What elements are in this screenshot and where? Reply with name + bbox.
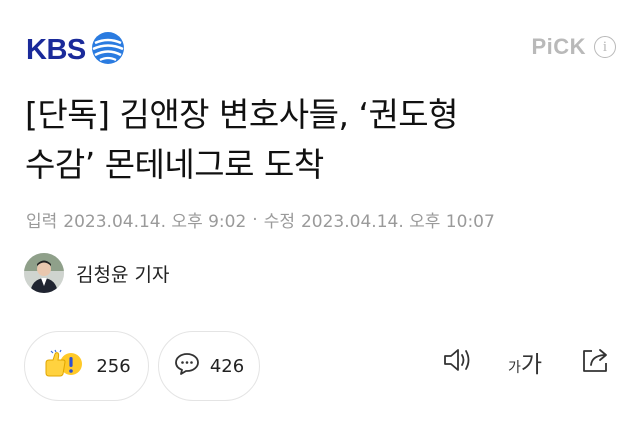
kbs-logo[interactable]: KBS — [26, 30, 126, 70]
article-title-line-2: 수감’ 몬테네그로 도착 — [25, 145, 324, 184]
font-size-small: 가 — [507, 359, 521, 375]
pick-label: PiCK — [531, 34, 586, 59]
header: KBS PiCK i — [0, 0, 640, 80]
share-icon — [580, 345, 612, 379]
info-icon[interactable]: i — [594, 36, 616, 58]
comment-bubble-icon — [174, 352, 200, 380]
reaction-count: 256 — [96, 355, 131, 377]
modified-label: 수정 — [263, 212, 295, 232]
date-separator: · — [252, 209, 258, 230]
comment-count: 426 — [209, 355, 245, 377]
pick-badge[interactable]: PiCK i — [531, 34, 616, 60]
article-title: [단독] 김앤장 변호사들, ‘권도형 수감’ 몬테네그로 도착 — [25, 90, 615, 190]
reporter-name[interactable]: 김청윤 기자 — [76, 260, 169, 287]
font-size-icon: 가가 — [508, 345, 542, 379]
article-title-line-1: [단독] 김앤장 변호사들, ‘권도형 — [25, 95, 459, 134]
reporter-byline[interactable]: 김청윤 기자 — [24, 253, 169, 293]
share-button[interactable] — [578, 345, 614, 379]
font-size-button[interactable]: 가가 — [504, 345, 546, 379]
reporter-avatar[interactable] — [24, 253, 64, 293]
published-date: 2023.04.14. 오후 9:02 — [63, 212, 247, 232]
reaction-button[interactable]: 256 — [24, 331, 149, 401]
published-label: 입력 — [26, 212, 58, 232]
reaction-emoji-icon — [42, 349, 86, 383]
comment-button[interactable]: 426 — [158, 331, 260, 401]
article-dates: 입력 2023.04.14. 오후 9:02 · 수정 2023.04.14. … — [26, 207, 495, 233]
listen-button[interactable] — [440, 345, 474, 379]
kbs-logo-icon — [90, 30, 126, 70]
logo-text: KBS — [26, 33, 86, 66]
font-size-big: 가 — [520, 351, 543, 377]
speaker-icon — [441, 346, 473, 378]
modified-date: 2023.04.14. 오후 10:07 — [300, 212, 495, 232]
